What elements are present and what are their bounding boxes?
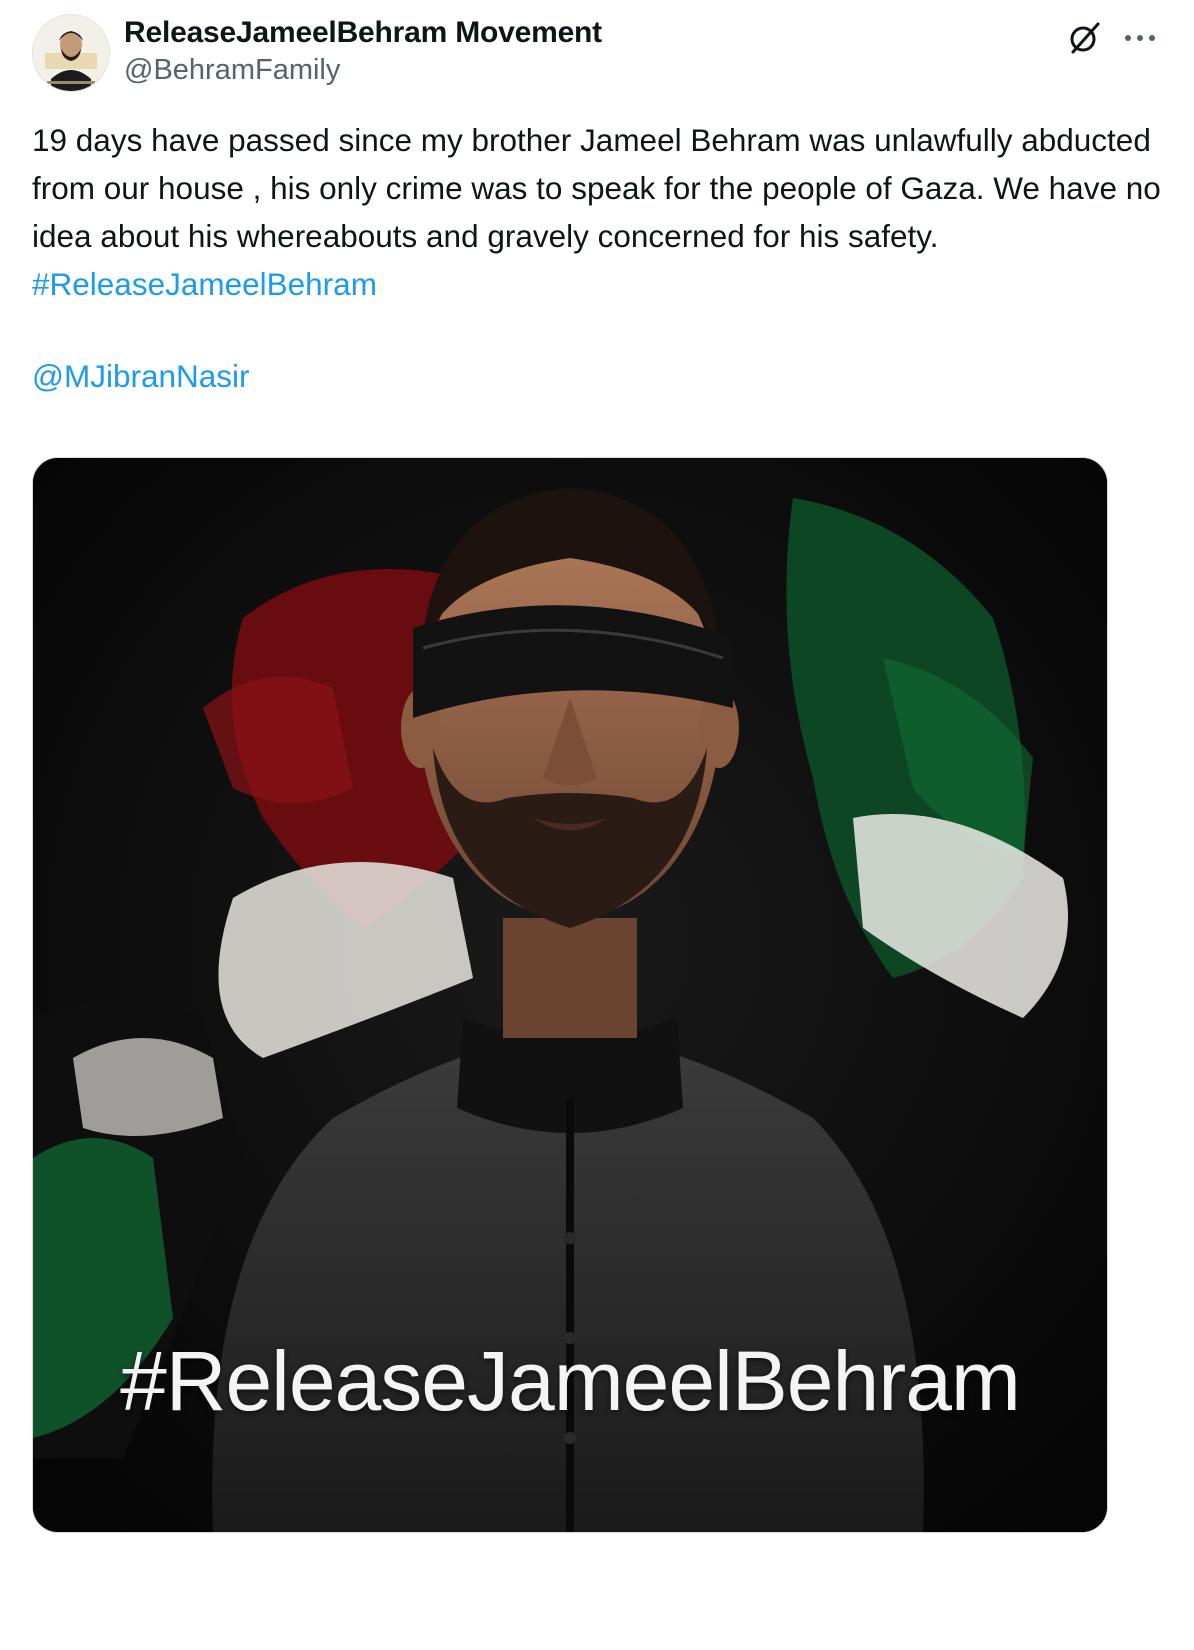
hashtag-link[interactable]: #ReleaseJameelBehram <box>32 266 377 302</box>
avatar[interactable] <box>32 14 110 92</box>
tweet-image[interactable]: #ReleaseJameelBehram <box>32 457 1108 1533</box>
user-handle[interactable]: @BehramFamily <box>124 54 340 87</box>
mention-link[interactable]: @MJibranNasir <box>32 358 250 394</box>
display-name[interactable]: ReleaseJameelBehram Movement <box>124 16 602 50</box>
tweet-text: 19 days have passed since my brother Jam… <box>32 116 1172 400</box>
grok-icon[interactable] <box>1067 20 1103 56</box>
tweet: ReleaseJameelBehram Movement @BehramFami… <box>0 0 1194 1650</box>
image-overlay-hashtag: #ReleaseJameelBehram <box>120 1334 1021 1428</box>
tweet-header: ReleaseJameelBehram Movement @BehramFami… <box>32 14 1162 94</box>
more-options-icon[interactable] <box>1120 28 1160 48</box>
tweet-body: 19 days have passed since my brother Jam… <box>32 122 1161 254</box>
profile-portrait-avatar-icon <box>33 15 109 91</box>
